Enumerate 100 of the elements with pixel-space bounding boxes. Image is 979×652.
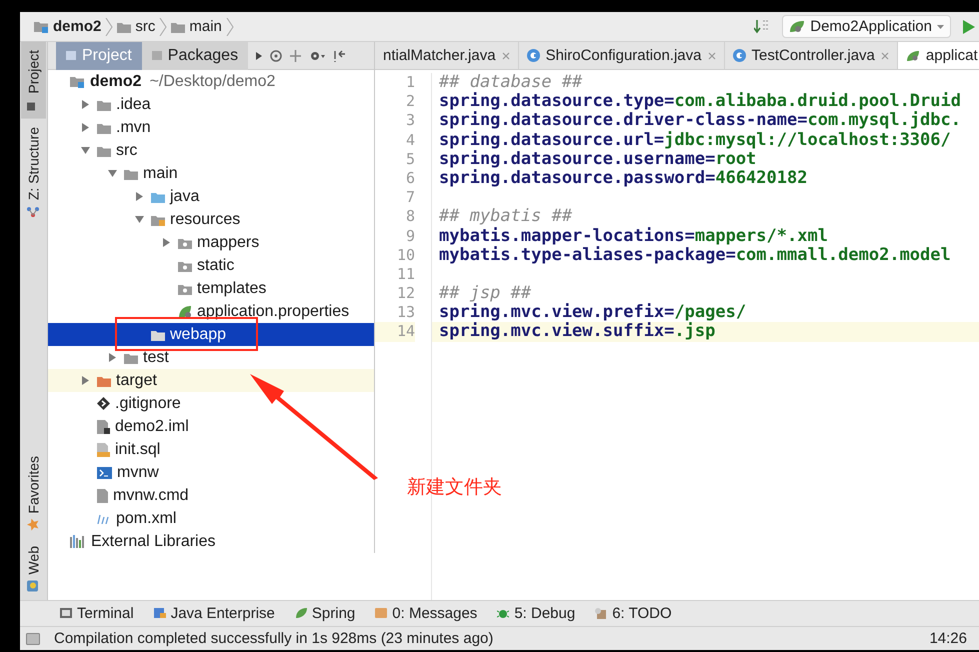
terminal-icon <box>60 608 72 620</box>
bug-icon <box>497 608 510 620</box>
tree-row[interactable]: test <box>48 346 374 369</box>
side-tab[interactable]: Z: Structure <box>21 118 46 225</box>
code-line: mybatis.type-aliases-package=com.mmall.demo2.model <box>439 244 951 265</box>
side-tab[interactable]: Web <box>21 538 46 600</box>
tree-row[interactable]: .idea <box>48 93 374 116</box>
tree-label: init.sql <box>115 440 160 458</box>
expand-arrow-icon[interactable] <box>82 100 88 109</box>
expand-arrow-icon[interactable] <box>162 238 170 247</box>
close-icon <box>880 52 889 60</box>
tree-row[interactable]: pom.xml <box>48 507 374 530</box>
close-icon <box>502 52 510 60</box>
line-number: 13 <box>396 303 415 322</box>
tree-row[interactable]: target <box>48 369 374 392</box>
tool-windows-toggle-icon[interactable] <box>26 632 40 644</box>
tree-label: webapp <box>170 326 226 344</box>
breadcrumb-item[interactable]: src <box>135 18 156 35</box>
tree-row[interactable]: .gitignore <box>48 392 374 415</box>
expand-arrow-icon[interactable] <box>108 353 116 362</box>
side-tab[interactable]: Favorites <box>21 448 46 538</box>
editor-tab[interactable]: TestController.java <box>724 42 898 69</box>
panel-tab[interactable]: Packages <box>142 42 248 70</box>
line-number: 2 <box>406 92 415 110</box>
tree-label: resources <box>170 210 240 228</box>
tree-label: External Libraries <box>91 532 216 550</box>
tree-row[interactable]: mvnw <box>48 461 374 484</box>
tree-row[interactable]: static <box>48 254 374 277</box>
tree-label: java <box>170 188 200 206</box>
tool-window-button[interactable]: Terminal <box>60 605 134 622</box>
tree-row[interactable]: main <box>48 162 374 185</box>
cursor-position[interactable]: 14:26 <box>929 630 967 647</box>
todo-icon <box>595 608 608 620</box>
expand-arrow-icon[interactable] <box>136 192 142 201</box>
terminal-icon <box>97 466 112 478</box>
line-number: 5 <box>406 150 415 168</box>
tool-window-button[interactable]: 6: TODO <box>595 605 672 622</box>
project-path: ~/Desktop/demo2 <box>150 72 276 90</box>
tree-label: .gitignore <box>115 394 181 412</box>
tree-row[interactable]: demo2.iml <box>48 415 374 438</box>
tree-row[interactable]: init.sql <box>48 438 374 461</box>
class-icon <box>732 49 746 62</box>
locate-icon <box>270 50 282 62</box>
tree-row[interactable]: resources <box>48 208 374 231</box>
tree-row[interactable]: mvnw.cmd <box>48 484 374 507</box>
line-number: 3 <box>406 111 415 130</box>
tree-row[interactable]: demo2 ~/Desktop/demo2 <box>48 70 374 93</box>
annotation-text: 新建文件夹 <box>407 475 502 500</box>
tree-row[interactable]: src <box>48 139 374 162</box>
web-icon <box>28 580 40 592</box>
expand-arrow-icon[interactable] <box>82 376 88 385</box>
diamond-icon <box>97 397 110 410</box>
leaf-icon <box>789 20 806 33</box>
line-number: 14 <box>396 322 415 340</box>
tree-row[interactable]: application.properties <box>48 300 374 323</box>
tree-row[interactable]: External Libraries <box>48 530 374 553</box>
panel-icon <box>66 51 76 60</box>
tree-label: src <box>116 142 138 160</box>
code-line: spring.datasource.username=root <box>439 148 756 169</box>
tree-label: .idea <box>116 96 151 114</box>
collapse-arrow-icon[interactable] <box>108 170 116 177</box>
tree-label: static <box>197 256 234 274</box>
chevron-icon <box>226 18 234 36</box>
class-icon <box>526 49 540 62</box>
tree-label: mvnw.cmd <box>113 486 189 504</box>
tree-row[interactable]: mappers <box>48 231 374 254</box>
breadcrumb-item[interactable]: demo2 <box>53 18 102 35</box>
collapse-arrow-icon[interactable] <box>134 216 144 223</box>
tree-row[interactable]: .mvn <box>48 116 374 139</box>
libraries-icon <box>70 535 86 548</box>
line-number: 8 <box>406 207 415 226</box>
line-number: 10 <box>396 246 415 264</box>
tree-label: target <box>116 372 157 390</box>
file-icon <box>97 420 110 434</box>
leaf-icon <box>906 50 920 62</box>
tool-window-button[interactable]: 0: Messages <box>375 605 478 622</box>
tree-row[interactable]: webapp <box>48 323 374 346</box>
code-line: ## database ## <box>439 72 582 92</box>
code-line: spring.datasource.type=com.alibaba.druid.pool.Druid <box>439 91 961 112</box>
tree-label: pom.xml <box>116 510 176 528</box>
tool-window-button[interactable]: Spring <box>294 605 356 622</box>
run-icon[interactable] <box>963 20 975 34</box>
breadcrumb-item[interactable]: main <box>189 18 222 35</box>
side-tab[interactable]: Project <box>21 42 46 119</box>
leaf-icon <box>294 608 307 620</box>
caret-icon <box>937 24 944 28</box>
tree-label: templates <box>197 280 266 298</box>
tree-label: mappers <box>197 234 260 252</box>
tool-window-button[interactable]: Java Enterprise <box>154 605 275 622</box>
expand-arrow-icon[interactable] <box>82 123 88 132</box>
editor-tab[interactable]: ShiroConfiguration.java <box>518 42 724 69</box>
tree-row[interactable]: templates <box>48 277 374 300</box>
tool-window-button[interactable]: 5: Debug <box>497 605 576 622</box>
line-number: 4 <box>406 130 415 149</box>
collapse-arrow-icon[interactable] <box>80 147 90 154</box>
editor-tab[interactable]: applicat <box>898 42 979 69</box>
file-icon <box>97 488 108 502</box>
line-number: 11 <box>396 264 415 283</box>
tree-row[interactable]: java <box>48 185 374 208</box>
run-configuration-dropdown[interactable]: Demo2Application <box>782 15 951 38</box>
